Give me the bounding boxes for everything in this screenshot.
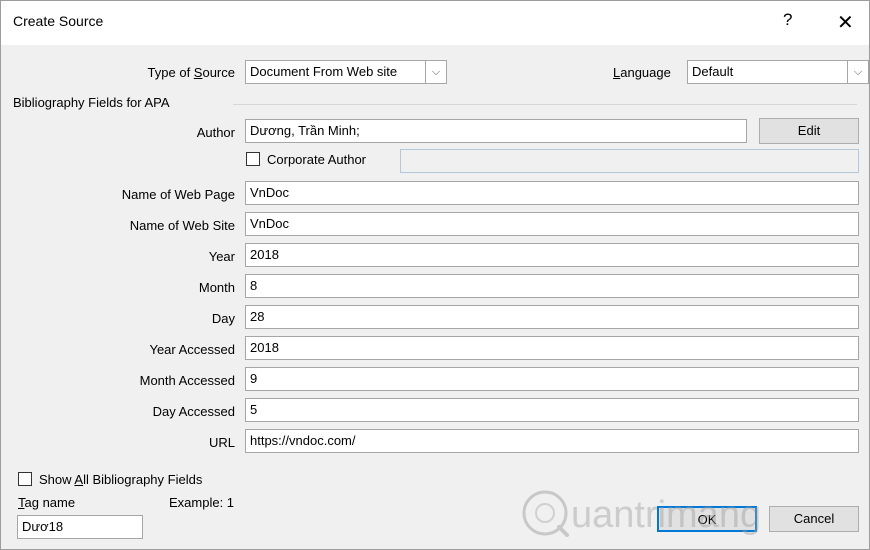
type-of-source-value: Document From Web site: [250, 64, 398, 79]
name-of-web-page-value: VnDoc: [250, 185, 290, 200]
field-label-url: URL: [208, 435, 235, 450]
author-value: Dương, Trần Minh;: [250, 123, 360, 138]
name-of-web-site-value: VnDoc: [250, 216, 290, 231]
dialog-title: Create Source: [13, 13, 104, 29]
language-value: Default: [692, 64, 734, 79]
chevron-down-icon: ⌵: [847, 61, 868, 83]
year-value: 2018: [250, 247, 279, 262]
corporate-author-field: [400, 149, 859, 173]
tag-example-text: Example: 1: [169, 495, 235, 510]
month-field[interactable]: 8: [245, 274, 859, 298]
month-value: 8: [250, 278, 258, 293]
tag-name-field[interactable]: Dươ18: [17, 515, 143, 539]
chevron-down-icon: ⌵: [425, 61, 446, 83]
tag-name-label: Tag name: [18, 495, 76, 510]
author-label: Author: [196, 125, 235, 140]
day-accessed-field[interactable]: 5: [245, 398, 859, 422]
type-of-source-label: Type of Source: [147, 65, 235, 80]
help-icon[interactable]: ?: [783, 10, 792, 30]
type-of-source-dropdown[interactable]: Document From Web site ⌵: [245, 60, 447, 84]
field-label-name-of-web-site: Name of Web Site: [129, 218, 235, 233]
name-of-web-page-field[interactable]: VnDoc: [245, 181, 859, 205]
author-field[interactable]: Dương, Trần Minh;: [245, 119, 747, 143]
day-accessed-value: 5: [250, 402, 258, 417]
field-label-day: Day: [211, 311, 235, 326]
bibliography-group-label: Bibliography Fields for APA: [13, 95, 170, 110]
edit-author-button[interactable]: Edit: [759, 118, 859, 144]
field-label-year: Year: [208, 249, 235, 264]
group-divider: [233, 104, 857, 105]
corporate-author-label: Corporate Author: [267, 152, 367, 167]
create-source-dialog: Create Source ? ✕ Type of Source Documen…: [0, 0, 870, 550]
tag-name-value: Dươ18: [22, 519, 64, 534]
field-label-day-accessed: Day Accessed: [152, 404, 235, 419]
close-icon[interactable]: ✕: [837, 10, 854, 35]
day-field[interactable]: 28: [245, 305, 859, 329]
show-all-fields-label: Show All Bibliography Fields: [39, 472, 203, 487]
cancel-button[interactable]: Cancel: [769, 506, 859, 532]
year-accessed-value: 2018: [250, 340, 279, 355]
language-label: Language: [613, 65, 671, 80]
field-label-month: Month: [198, 280, 235, 295]
show-all-fields-checkbox[interactable]: [18, 472, 32, 486]
url-field[interactable]: https://vndoc.com/: [245, 429, 859, 453]
field-label-month-accessed: Month Accessed: [139, 373, 235, 388]
month-accessed-value: 9: [250, 371, 258, 386]
field-label-name-of-web-page: Name of Web Page: [121, 187, 235, 202]
year-accessed-field[interactable]: 2018: [245, 336, 859, 360]
day-value: 28: [250, 309, 265, 324]
language-dropdown[interactable]: Default ⌵: [687, 60, 869, 84]
url-value: https://vndoc.com/: [250, 433, 356, 448]
corporate-author-checkbox[interactable]: [246, 152, 260, 166]
field-label-year-accessed: Year Accessed: [149, 342, 235, 357]
month-accessed-field[interactable]: 9: [245, 367, 859, 391]
year-field[interactable]: 2018: [245, 243, 859, 267]
ok-button[interactable]: OK: [657, 506, 757, 532]
title-bar: Create Source ? ✕: [1, 1, 869, 45]
name-of-web-site-field[interactable]: VnDoc: [245, 212, 859, 236]
